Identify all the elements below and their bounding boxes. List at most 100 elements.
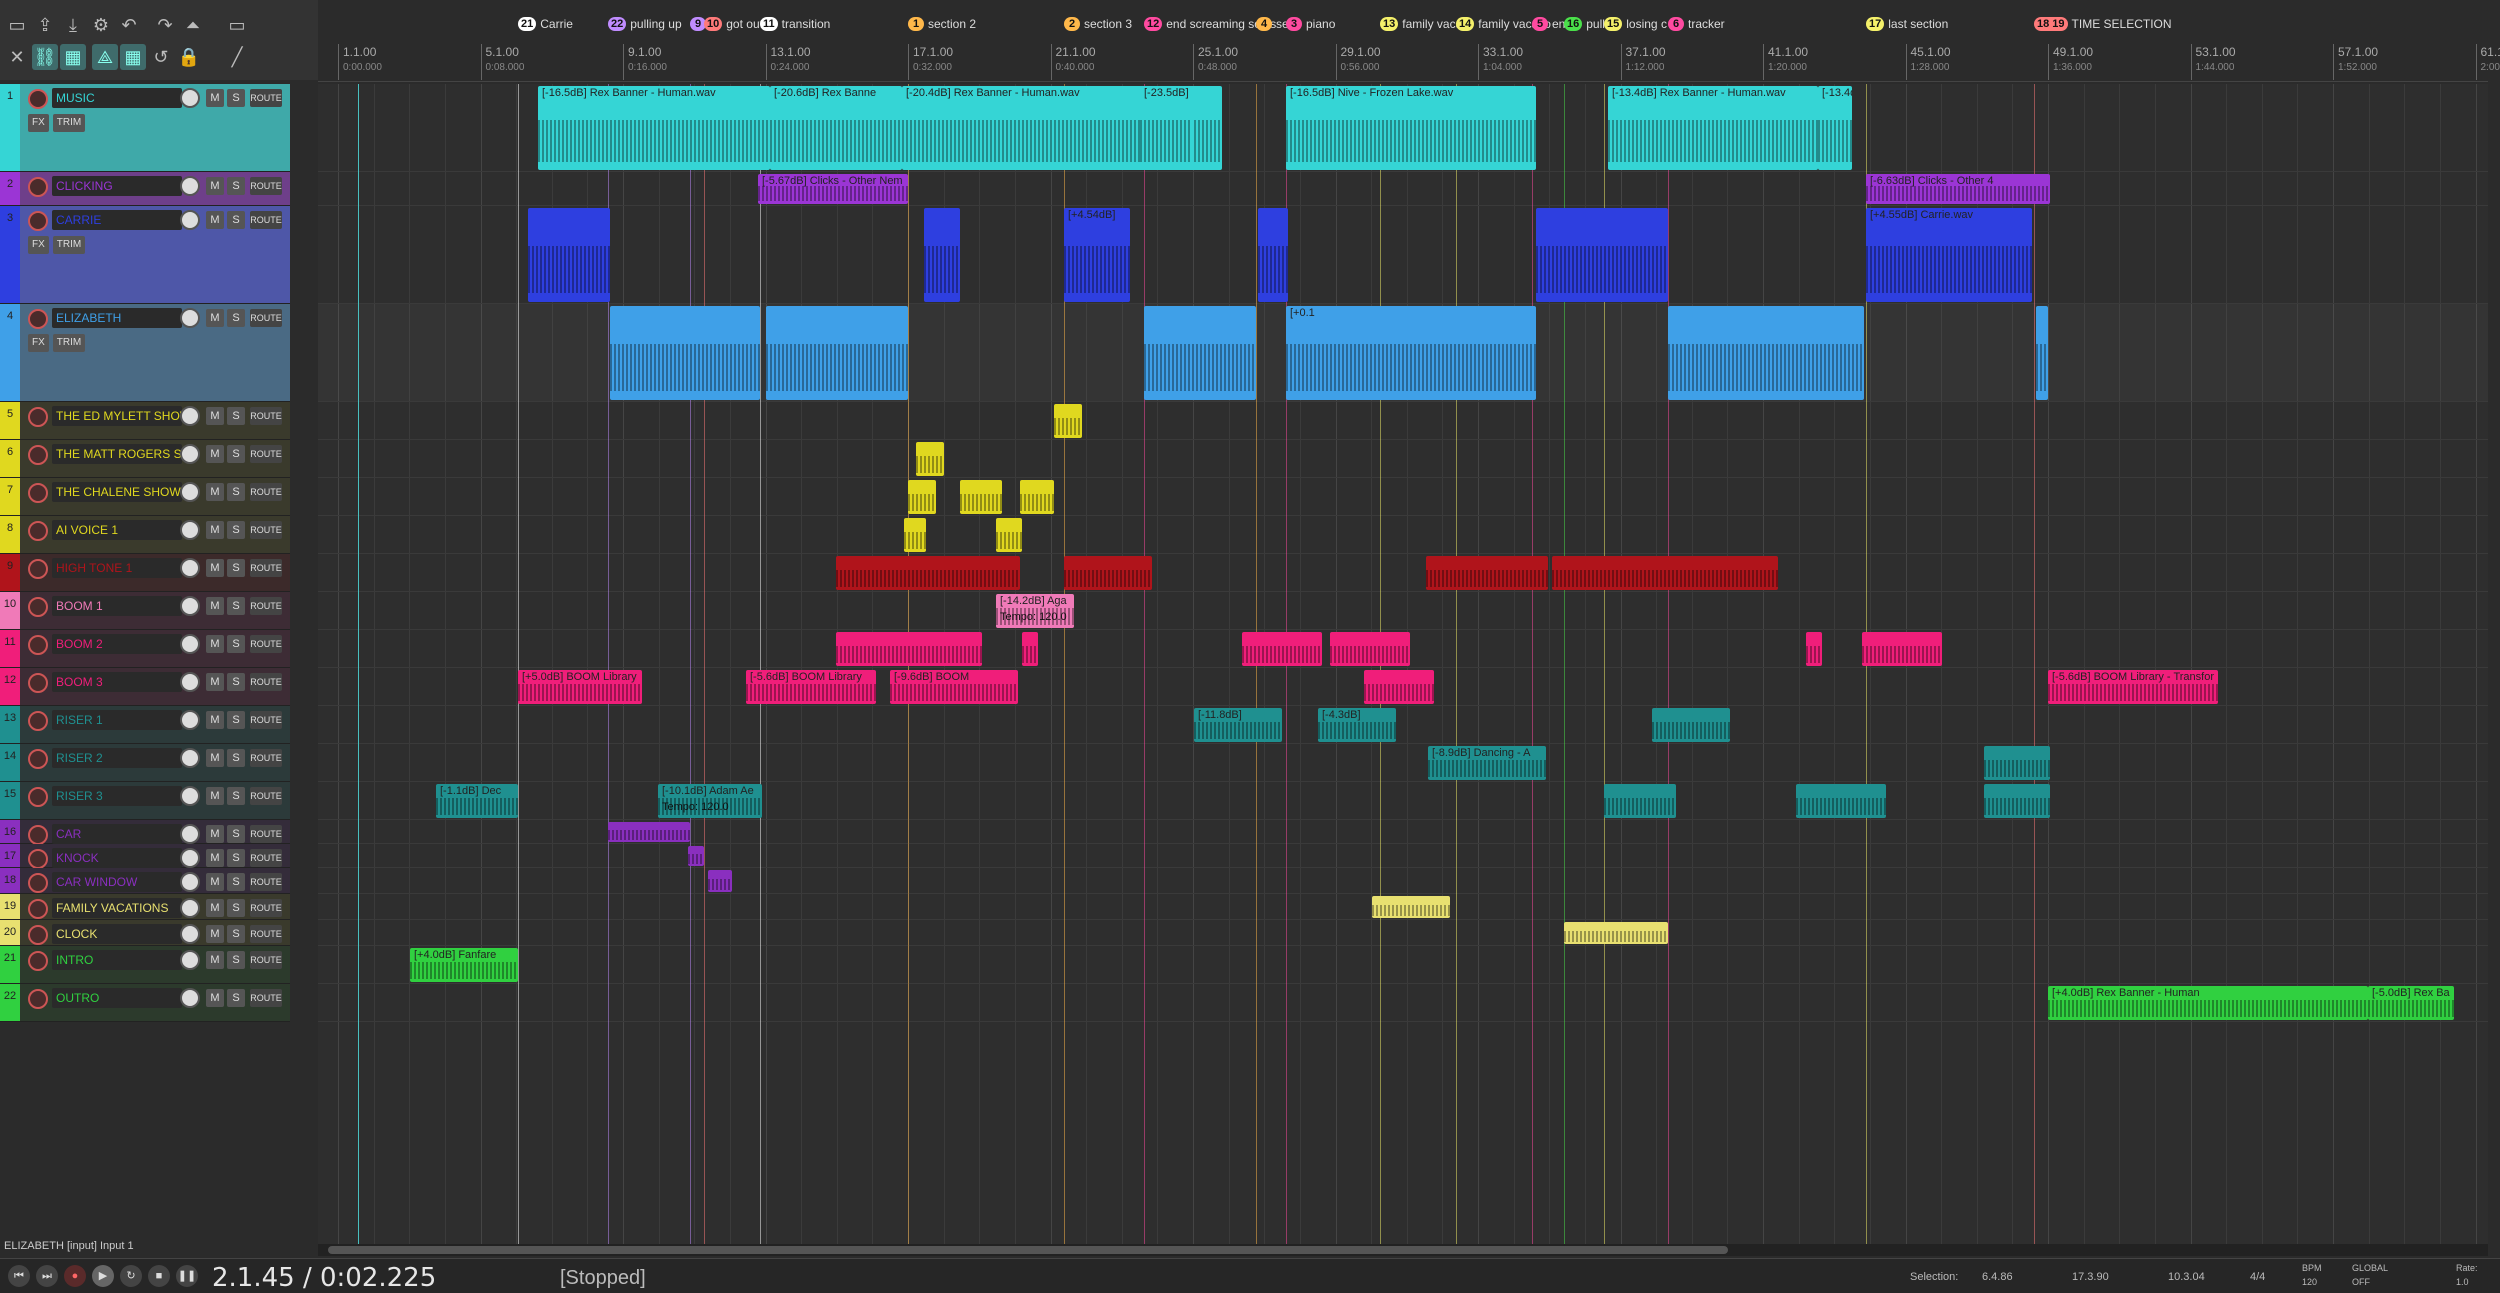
volume-knob[interactable]	[180, 848, 200, 868]
track-name[interactable]: AI VOICE 1	[52, 520, 182, 540]
ripple-icon[interactable]: ✕	[4, 44, 30, 70]
volume-knob[interactable]	[180, 406, 200, 426]
route-button[interactable]: ROUTE	[250, 673, 282, 691]
solo-button[interactable]: S	[227, 825, 245, 843]
marker[interactable]: 17 last section	[1866, 14, 1948, 34]
track-name[interactable]: KNOCK	[52, 848, 182, 868]
record-arm-icon[interactable]	[28, 483, 48, 503]
track-header[interactable]: 2 CLICKING M S ROUTE	[0, 172, 290, 206]
solo-button[interactable]: S	[227, 483, 245, 501]
track-name[interactable]: CAR WINDOW	[52, 872, 182, 892]
media-item[interactable]	[688, 846, 704, 866]
track-lane[interactable]	[318, 440, 2488, 478]
marker[interactable]: 2 section 3	[1064, 14, 1132, 34]
mute-button[interactable]: M	[206, 787, 224, 805]
media-item[interactable]	[1862, 632, 1942, 666]
route-button[interactable]: ROUTE	[250, 445, 282, 463]
track-name[interactable]: CAR	[52, 824, 182, 844]
record-arm-icon[interactable]	[28, 749, 48, 769]
track-header[interactable]: 5 THE ED MYLETT SHOW M S ROUTE	[0, 402, 290, 440]
track-name[interactable]: RISER 1	[52, 710, 182, 730]
track-header[interactable]: 8 AI VOICE 1 M S ROUTE	[0, 516, 290, 554]
mute-button[interactable]: M	[206, 873, 224, 891]
media-item[interactable]	[1984, 746, 2050, 780]
mute-button[interactable]: M	[206, 177, 224, 195]
record-arm-icon[interactable]	[28, 825, 48, 845]
fx-button[interactable]: FX	[28, 236, 49, 254]
undo-icon[interactable]: ↶	[116, 12, 142, 38]
solo-button[interactable]: S	[227, 925, 245, 943]
media-item[interactable]: [-13.4d	[1818, 86, 1852, 170]
media-item[interactable]	[608, 822, 690, 842]
volume-knob[interactable]	[180, 672, 200, 692]
solo-button[interactable]: S	[227, 309, 245, 327]
stop-icon[interactable]: ■	[148, 1265, 170, 1287]
track-name[interactable]: CARRIE	[52, 210, 182, 230]
volume-knob[interactable]	[180, 88, 200, 108]
record-arm-icon[interactable]	[28, 407, 48, 427]
go-to-start-icon[interactable]: ⏮	[8, 1265, 30, 1287]
track-name[interactable]: OUTRO	[52, 988, 182, 1008]
route-button[interactable]: ROUTE	[250, 521, 282, 539]
route-button[interactable]: ROUTE	[250, 951, 282, 969]
track-name[interactable]: THE MATT ROGERS SHO	[52, 444, 182, 464]
record-arm-icon[interactable]	[28, 787, 48, 807]
media-item[interactable]: [-9.6dB] BOOM	[890, 670, 1018, 704]
media-item[interactable]	[836, 556, 1020, 590]
media-item[interactable]: [-5.6dB] BOOM Library	[746, 670, 876, 704]
track-name[interactable]: RISER 3	[52, 786, 182, 806]
media-item[interactable]: [-1.1dB] Dec	[436, 784, 518, 818]
pause-icon[interactable]: ❚❚	[176, 1265, 198, 1287]
volume-knob[interactable]	[180, 872, 200, 892]
track-header[interactable]: 16 CAR M S ROUTE	[0, 820, 290, 845]
solo-button[interactable]: S	[227, 597, 245, 615]
open-project-icon[interactable]: ⇪	[32, 12, 58, 38]
media-item[interactable]	[1022, 632, 1038, 666]
solo-button[interactable]: S	[227, 989, 245, 1007]
route-button[interactable]: ROUTE	[250, 749, 282, 767]
solo-button[interactable]: S	[227, 177, 245, 195]
trim-button[interactable]: TRIM	[52, 114, 86, 132]
track-lane[interactable]	[318, 782, 2488, 820]
global-value[interactable]: OFF	[2352, 1277, 2370, 1287]
track-header[interactable]: 6 THE MATT ROGERS SHO MS ROUTE	[0, 440, 290, 478]
volume-knob[interactable]	[180, 824, 200, 844]
metronome-icon[interactable]: ⏶	[180, 12, 206, 38]
volume-knob[interactable]	[180, 988, 200, 1008]
media-item[interactable]: [+4.0dB] Fanfare	[410, 948, 518, 982]
track-name[interactable]: THE ED MYLETT SHOW	[52, 406, 182, 426]
repeat-icon[interactable]: ↻	[120, 1265, 142, 1287]
track-lane[interactable]	[318, 744, 2488, 782]
track-header[interactable]: 17 KNOCK M S ROUTE	[0, 844, 290, 869]
media-item[interactable]	[996, 518, 1022, 552]
marker[interactable]: 1 section 2	[908, 14, 976, 34]
marker[interactable]: 16 pull	[1564, 14, 1605, 34]
media-item[interactable]: [+5.0dB] BOOM Library	[518, 670, 642, 704]
track-header[interactable]: 22 OUTRO M S ROUTE	[0, 984, 290, 1022]
media-item[interactable]: [-16.5dB] Rex Banner - Human.wav	[538, 86, 770, 170]
marker[interactable]: 15 losing c	[1604, 14, 1667, 34]
media-item[interactable]: [-16.5dB] Nive - Frozen Lake.wav	[1286, 86, 1536, 170]
volume-knob[interactable]	[180, 950, 200, 970]
track-header[interactable]: 4 ELIZABETH M S ROUTE FX TRIM	[0, 304, 290, 402]
media-item[interactable]	[1552, 556, 1778, 590]
track-header[interactable]: 20 CLOCK M S ROUTE	[0, 920, 290, 946]
lock-icon[interactable]: 🔒	[176, 44, 202, 70]
marker[interactable]: 22 pulling up	[608, 14, 682, 34]
track-header[interactable]: 13 RISER 1 M S ROUTE	[0, 706, 290, 744]
play-icon[interactable]: ▶	[92, 1265, 114, 1287]
grid-toggle-icon[interactable]: ▭	[224, 12, 250, 38]
route-button[interactable]: ROUTE	[250, 711, 282, 729]
media-item[interactable]: [-4.3dB]	[1318, 708, 1396, 742]
route-button[interactable]: ROUTE	[250, 559, 282, 577]
marker[interactable]: 10 got out	[704, 14, 763, 34]
mute-button[interactable]: M	[206, 89, 224, 107]
marker[interactable]: 18 19 TIME SELECTION	[2034, 14, 2172, 34]
record-arm-icon[interactable]	[28, 521, 48, 541]
volume-knob[interactable]	[180, 520, 200, 540]
solo-button[interactable]: S	[227, 521, 245, 539]
track-lane[interactable]	[318, 206, 2488, 304]
media-item[interactable]	[960, 480, 1002, 514]
track-lane[interactable]	[318, 554, 2488, 592]
record-arm-icon[interactable]	[28, 951, 48, 971]
